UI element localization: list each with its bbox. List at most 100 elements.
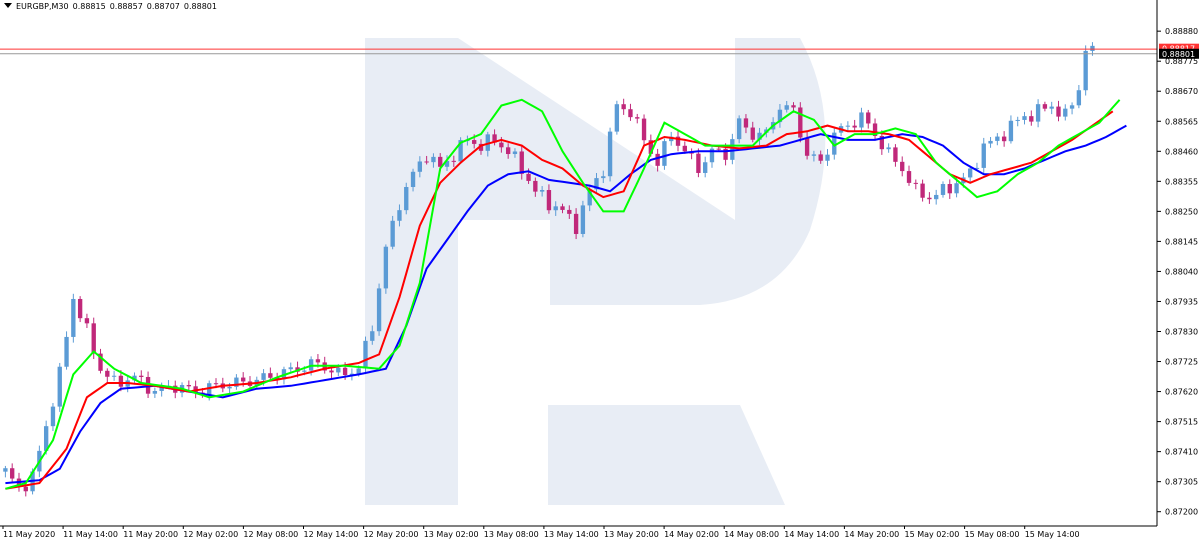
candle-body	[791, 105, 796, 108]
candle-body	[118, 375, 124, 387]
candle-body	[567, 209, 572, 214]
candle-body	[451, 160, 456, 162]
candle-body	[336, 367, 341, 373]
y-tick-label: 0.87830	[1165, 327, 1198, 336]
y-tick-label: 0.87200	[1165, 508, 1198, 517]
candle-body	[967, 168, 973, 178]
candle-body	[682, 145, 687, 152]
candle-body	[71, 298, 76, 337]
candle-body	[77, 298, 83, 319]
candle-body	[1063, 108, 1068, 117]
candle-body	[1035, 104, 1041, 122]
candle-body	[3, 468, 8, 472]
candle-body	[940, 184, 946, 195]
x-tick-label: 11 May 20:00	[123, 530, 178, 539]
candle-body	[424, 161, 429, 163]
close-value: 0.88801	[183, 2, 217, 11]
candle-body	[621, 104, 626, 110]
menu-triangle-icon[interactable]	[4, 3, 12, 8]
candle-body	[1022, 116, 1027, 120]
candle-body	[241, 377, 246, 382]
candle-body	[505, 147, 511, 155]
candle-body	[601, 176, 606, 179]
candle-body	[607, 131, 613, 177]
y-tick-label: 0.88670	[1165, 87, 1198, 96]
candle-body	[50, 406, 56, 427]
candle-body	[954, 183, 959, 194]
x-tick-label: 14 May 20:00	[844, 530, 899, 539]
candle-body	[390, 220, 395, 247]
y-tick-label: 0.87935	[1165, 297, 1198, 306]
candle-body	[1029, 116, 1034, 122]
candle-body	[10, 468, 15, 479]
candle-body	[1056, 106, 1061, 117]
candle-body	[539, 190, 545, 192]
x-tick-label: 12 May 02:00	[183, 530, 238, 539]
x-tick-label: 13 May 08:00	[484, 530, 539, 539]
candle-body	[139, 375, 144, 377]
x-tick-label: 13 May 02:00	[424, 530, 479, 539]
x-tick-label: 11 May 14:00	[63, 530, 118, 539]
candle-body	[404, 187, 409, 211]
candle-body	[472, 140, 477, 144]
candle-body	[995, 136, 1000, 141]
candle-body	[227, 386, 232, 389]
candle-body	[1008, 120, 1014, 142]
x-tick-label: 15 May 02:00	[905, 530, 960, 539]
candle-body	[886, 147, 891, 150]
x-tick-label: 14 May 02:00	[664, 530, 719, 539]
low-value: 0.88707	[146, 2, 180, 11]
candle-body	[703, 162, 708, 173]
y-tick-label: 0.87410	[1165, 448, 1198, 457]
candle-body	[1083, 50, 1088, 91]
candle-body	[635, 117, 640, 119]
candle-body	[580, 205, 586, 234]
y-tick-label: 0.87620	[1165, 388, 1198, 397]
x-tick-label: 13 May 20:00	[604, 530, 659, 539]
candle-body	[410, 171, 416, 188]
x-tick-label: 13 May 14:00	[544, 530, 599, 539]
candle-body	[431, 156, 436, 163]
candle-body	[804, 137, 810, 156]
symbol-label: EURGBP,M30	[16, 2, 69, 11]
candle-body	[533, 180, 538, 192]
candle-body	[23, 486, 28, 492]
y-tick-label: 0.88040	[1165, 267, 1198, 276]
candle-body	[519, 151, 524, 174]
candle-body	[152, 390, 158, 394]
y-tick-label: 0.88250	[1165, 207, 1198, 216]
candle-body	[1069, 105, 1075, 109]
candle-body	[315, 359, 321, 363]
candle-body	[662, 141, 667, 166]
candle-body	[186, 385, 192, 387]
x-tick-label: 12 May 14:00	[304, 530, 359, 539]
y-tick-label: 0.88145	[1165, 237, 1198, 246]
candle-body	[628, 109, 633, 118]
candle-body	[499, 142, 504, 148]
candle-body	[512, 151, 518, 155]
candle-body	[91, 323, 96, 354]
y-tick-label: 0.87305	[1165, 478, 1198, 487]
candle-body	[1076, 90, 1082, 106]
candle-body	[900, 161, 905, 172]
candle-body	[934, 194, 939, 200]
candle-body	[927, 197, 932, 200]
candle-body	[1015, 119, 1020, 121]
y-tick-label: 0.88355	[1165, 177, 1198, 186]
candle-body	[417, 161, 423, 172]
candle-body	[614, 104, 620, 132]
candle-body	[859, 112, 864, 128]
candle-body	[655, 153, 660, 166]
y-tick-label: 0.88880	[1165, 27, 1198, 36]
x-tick-label: 12 May 08:00	[243, 530, 298, 539]
candle-body	[736, 118, 742, 140]
candle-body	[1090, 45, 1095, 51]
candle-body	[696, 153, 701, 173]
candle-body	[573, 213, 579, 234]
x-tick-label: 12 May 20:00	[364, 530, 419, 539]
x-tick-label: 15 May 08:00	[965, 530, 1020, 539]
candle-body	[947, 184, 952, 194]
candle-body	[641, 118, 647, 141]
chart-header: EURGBP,M30 0.88815 0.88857 0.88707 0.88801	[4, 2, 221, 11]
price-chart[interactable]: 0.888800.887750.886700.885650.884600.883…	[0, 0, 1200, 540]
